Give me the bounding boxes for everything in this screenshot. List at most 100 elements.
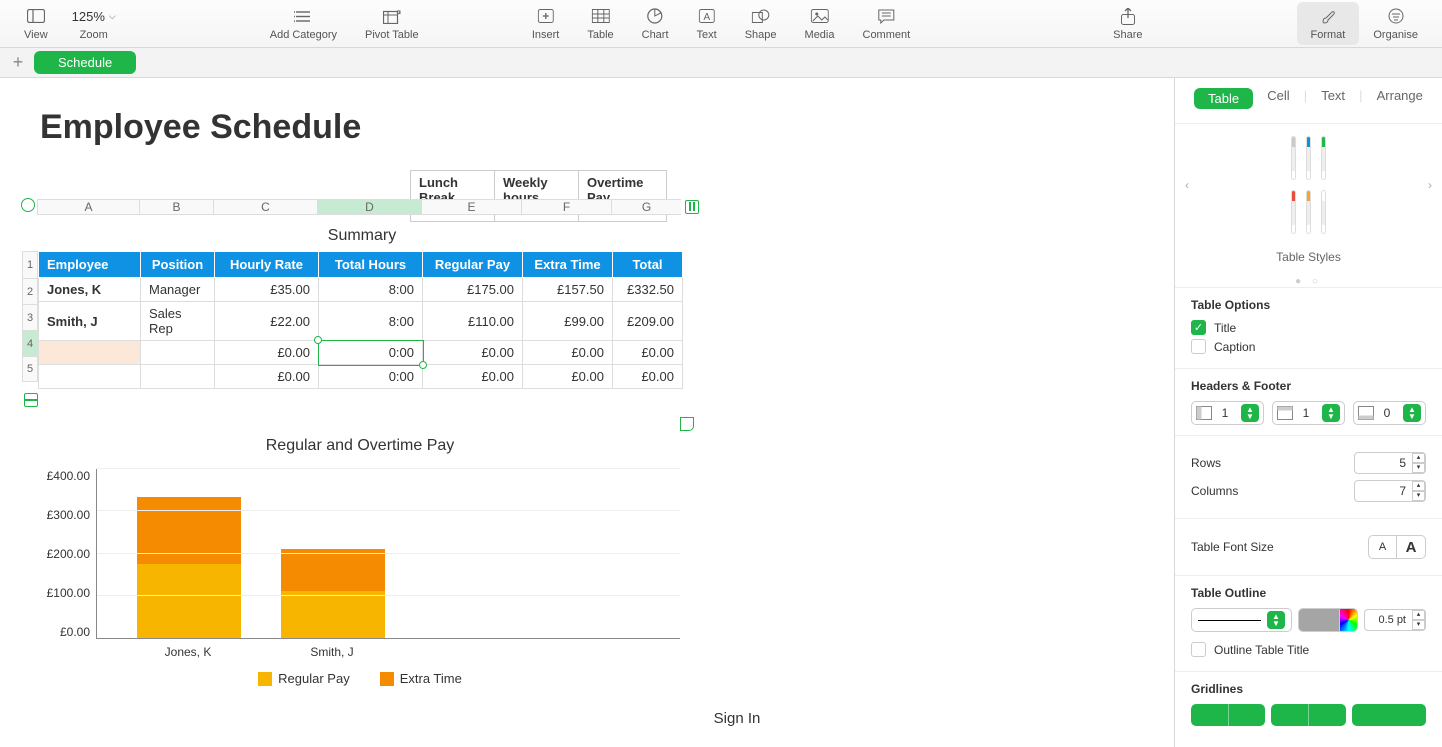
comment-button[interactable]: Comment (849, 2, 925, 45)
col-header-g[interactable]: G (611, 199, 681, 215)
cell[interactable] (141, 365, 215, 389)
outline-style-select[interactable]: ▲▼ (1191, 608, 1292, 632)
zoom-control[interactable]: 125%⌵ Zoom (62, 2, 126, 45)
outline-width-up[interactable]: ▴ (1412, 610, 1425, 620)
cell[interactable]: 8:00 (319, 302, 423, 341)
inspector-tab-table[interactable]: Table (1194, 88, 1253, 109)
cell[interactable]: £99.00 (523, 302, 613, 341)
rows-input[interactable]: 5▴▾ (1354, 452, 1426, 474)
inspector-tab-cell[interactable]: Cell (1267, 88, 1289, 109)
gridlines-header[interactable] (1271, 704, 1345, 726)
rows-up[interactable]: ▴ (1412, 453, 1425, 463)
cell[interactable]: £0.00 (215, 365, 319, 389)
gridlines-body[interactable] (1191, 704, 1265, 726)
cell[interactable]: £209.00 (613, 302, 683, 341)
header-cols-control[interactable]: 1▲▼ (1191, 401, 1264, 425)
th-position[interactable]: Position (141, 252, 215, 278)
header-rows-stepper[interactable]: ▲▼ (1322, 404, 1340, 422)
canvas-area[interactable]: Employee Schedule Lunch Break Weekly hou… (0, 78, 1174, 747)
shape-button[interactable]: Shape (731, 2, 791, 45)
summary-table[interactable]: Employee Position Hourly Rate Total Hour… (38, 251, 683, 389)
cell[interactable]: £0.00 (423, 341, 523, 365)
th-rate[interactable]: Hourly Rate (215, 252, 319, 278)
styles-prev[interactable]: ‹ (1185, 178, 1189, 192)
chart-button[interactable]: Chart (628, 2, 683, 45)
cell[interactable]: £0.00 (613, 341, 683, 365)
header-rows-control[interactable]: 1▲▼ (1272, 401, 1345, 425)
cell[interactable]: £35.00 (215, 278, 319, 302)
row-header-4[interactable]: 4 (22, 330, 38, 356)
table-origin-handle[interactable] (21, 198, 35, 212)
cell[interactable]: Sales Rep (141, 302, 215, 341)
table-style-thumb[interactable] (1306, 136, 1311, 180)
caption-checkbox[interactable] (1191, 339, 1206, 354)
sheet-tab-schedule[interactable]: Schedule (34, 51, 136, 74)
cell[interactable] (141, 341, 215, 365)
outline-style-stepper[interactable]: ▲▼ (1267, 611, 1285, 629)
table-style-thumb[interactable] (1321, 190, 1326, 234)
cell[interactable]: £175.00 (423, 278, 523, 302)
table-button[interactable]: Table (573, 2, 627, 45)
add-column-handle[interactable] (685, 200, 699, 214)
organise-button[interactable]: Organise (1359, 2, 1432, 45)
th-extra[interactable]: Extra Time (523, 252, 613, 278)
view-button[interactable]: View (10, 2, 62, 45)
outline-title-checkbox[interactable] (1191, 642, 1206, 657)
col-header-b[interactable]: B (139, 199, 213, 215)
cell[interactable]: £0.00 (523, 341, 613, 365)
outline-color-picker[interactable] (1340, 608, 1358, 632)
row-header-2[interactable]: 2 (22, 278, 38, 304)
cell[interactable] (39, 341, 141, 365)
outline-color-swatch[interactable] (1298, 608, 1340, 632)
selected-cell[interactable]: 0:00 (319, 341, 423, 365)
col-header-c[interactable]: C (213, 199, 317, 215)
add-row-handle[interactable] (24, 393, 38, 407)
cols-down[interactable]: ▾ (1412, 491, 1425, 501)
table-title[interactable]: Summary (40, 221, 684, 251)
title-checkbox[interactable]: ✓ (1191, 320, 1206, 335)
row-header-3[interactable]: 3 (22, 304, 38, 330)
styles-next[interactable]: › (1428, 178, 1432, 192)
cell[interactable]: £332.50 (613, 278, 683, 302)
cell[interactable]: Smith, J (39, 302, 141, 341)
cell[interactable]: Manager (141, 278, 215, 302)
cell[interactable]: £0.00 (215, 341, 319, 365)
cell[interactable]: £110.00 (423, 302, 523, 341)
chart[interactable]: Regular and Overtime Pay £400.00 £300.00… (40, 437, 680, 686)
cell[interactable]: £22.00 (215, 302, 319, 341)
col-header-e[interactable]: E (421, 199, 521, 215)
table-style-thumb[interactable] (1291, 136, 1296, 180)
th-hours[interactable]: Total Hours (319, 252, 423, 278)
font-smaller-button[interactable]: A (1369, 536, 1397, 558)
header-cols-stepper[interactable]: ▲▼ (1241, 404, 1259, 422)
table-style-thumb[interactable] (1321, 136, 1326, 180)
text-button[interactable]: A Text (683, 2, 731, 45)
table-style-thumb[interactable] (1306, 190, 1311, 234)
cols-input[interactable]: 7▴▾ (1354, 480, 1426, 502)
footer-rows-stepper[interactable]: ▲▼ (1403, 404, 1421, 422)
cell[interactable]: 0:00 (319, 365, 423, 389)
row-header-5[interactable]: 5 (22, 356, 38, 382)
share-button[interactable]: Share (1099, 2, 1156, 45)
format-button[interactable]: Format (1297, 2, 1360, 45)
media-button[interactable]: Media (791, 2, 849, 45)
add-category-button[interactable]: Add Category (256, 2, 351, 45)
cell[interactable]: £0.00 (613, 365, 683, 389)
cols-up[interactable]: ▴ (1412, 481, 1425, 491)
add-sheet-button[interactable]: + (8, 52, 28, 73)
inspector-tab-arrange[interactable]: Arrange (1377, 88, 1423, 109)
th-total[interactable]: Total (613, 252, 683, 278)
cell[interactable]: 8:00 (319, 278, 423, 302)
rows-down[interactable]: ▾ (1412, 463, 1425, 473)
th-employee[interactable]: Employee (39, 252, 141, 278)
cell[interactable]: £157.50 (523, 278, 613, 302)
inspector-tab-text[interactable]: Text (1321, 88, 1345, 109)
outline-width-down[interactable]: ▾ (1412, 620, 1425, 630)
font-larger-button[interactable]: A (1397, 536, 1425, 558)
gridlines-alt[interactable] (1352, 704, 1426, 726)
cell[interactable] (39, 365, 141, 389)
col-header-a[interactable]: A (37, 199, 139, 215)
cell[interactable]: £0.00 (423, 365, 523, 389)
table-style-thumb[interactable] (1291, 190, 1296, 234)
footer-rows-control[interactable]: 0▲▼ (1353, 401, 1426, 425)
